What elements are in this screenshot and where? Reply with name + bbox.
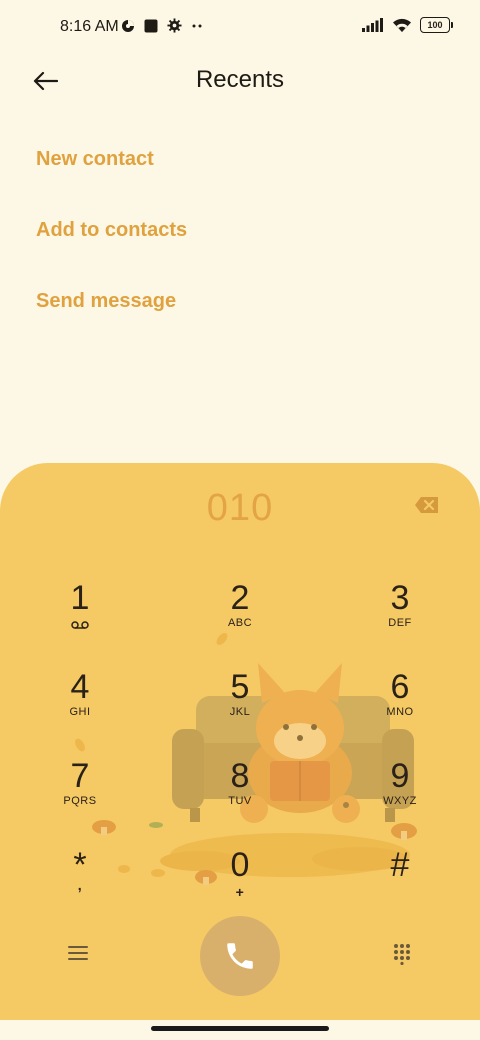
- new-contact-action[interactable]: New contact: [36, 148, 154, 171]
- key-digit: 6: [390, 668, 410, 706]
- phone-icon: [227, 943, 253, 969]
- key-letters: TUV: [228, 795, 252, 807]
- menu-icon: [68, 946, 88, 960]
- key-digit: 8: [230, 757, 250, 795]
- key-letters: ,: [77, 877, 83, 893]
- header: Recents: [0, 56, 480, 106]
- key-digit: 0: [230, 846, 250, 884]
- wifi-icon: [393, 18, 411, 32]
- menu-button[interactable]: [68, 945, 88, 966]
- key-digit: #: [390, 846, 410, 884]
- gear-icon: [167, 18, 182, 33]
- key-letters: GHI: [69, 706, 91, 718]
- key-0[interactable]: 0 +: [180, 847, 300, 923]
- key-letters: MNO: [386, 706, 414, 718]
- call-button[interactable]: [200, 916, 280, 996]
- key-hash[interactable]: #: [340, 847, 460, 923]
- data-saver-icon: [122, 19, 134, 32]
- key-digit: 9: [390, 757, 410, 795]
- send-message-action[interactable]: Send message: [36, 290, 176, 313]
- more-dots-icon: [192, 24, 202, 27]
- key-digit: 4: [70, 668, 90, 706]
- status-bar: 8:16 AM 100: [0, 0, 480, 56]
- key-star[interactable]: * ,: [20, 847, 140, 923]
- voicemail-icon: [71, 621, 89, 629]
- home-indicator[interactable]: [151, 1026, 329, 1031]
- key-letters: +: [235, 884, 245, 900]
- square-notification-icon: [144, 19, 158, 32]
- dialpad-icon: [394, 944, 410, 966]
- battery-icon: 100: [420, 17, 453, 33]
- key-letters: PQRS: [63, 795, 97, 807]
- dialer-panel: 010 1 2 ABC 3 DEF 4 GHI 5 JKL 6 MNO 7 PQ…: [0, 463, 480, 1020]
- add-to-contacts-action[interactable]: Add to contacts: [36, 219, 187, 242]
- battery-level: 100: [427, 20, 443, 30]
- key-digit: 7: [70, 757, 90, 795]
- key-7[interactable]: 7 PQRS: [20, 758, 140, 834]
- status-right-icons: 100: [362, 17, 453, 33]
- key-digit: 3: [390, 579, 410, 617]
- key-digit: 2: [230, 579, 250, 617]
- key-9[interactable]: 9 WXYZ: [340, 758, 460, 834]
- dialpad-toggle-button[interactable]: [393, 943, 411, 970]
- key-letters: ABC: [227, 617, 253, 629]
- dialed-number: 010: [206, 487, 274, 529]
- signal-icon: [362, 18, 383, 32]
- key-6[interactable]: 6 MNO: [340, 669, 460, 745]
- status-time: 8:16 AM: [60, 18, 119, 35]
- key-1[interactable]: 1: [20, 580, 140, 656]
- status-left-icons: [121, 18, 203, 33]
- key-letters: WXYZ: [383, 795, 417, 807]
- key-2[interactable]: 2 ABC: [180, 580, 300, 656]
- key-digit: 5: [230, 668, 250, 706]
- key-letters: JKL: [229, 706, 251, 718]
- key-digit: 1: [70, 579, 90, 617]
- key-4[interactable]: 4 GHI: [20, 669, 140, 745]
- key-3[interactable]: 3 DEF: [340, 580, 460, 656]
- backspace-icon[interactable]: [414, 495, 440, 515]
- key-8[interactable]: 8 TUV: [180, 758, 300, 834]
- key-letters: DEF: [388, 617, 412, 629]
- page-title: Recents: [195, 66, 285, 93]
- key-5[interactable]: 5 JKL: [180, 669, 300, 745]
